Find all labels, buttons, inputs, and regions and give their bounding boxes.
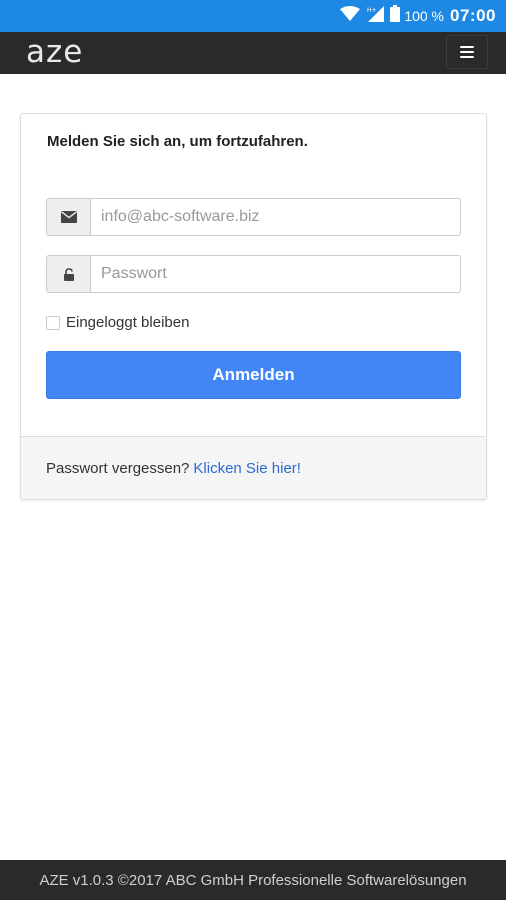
app-brand[interactable]: aze xyxy=(26,34,83,70)
forgot-password-text: Passwort vergessen? xyxy=(46,459,190,477)
status-clock: 07:00 xyxy=(450,6,496,25)
forgot-password-link[interactable]: Klicken Sie hier! xyxy=(193,460,301,477)
remember-me[interactable]: Eingeloggt bleiben xyxy=(46,314,189,331)
email-input[interactable] xyxy=(90,198,461,236)
email-input-group xyxy=(46,198,461,236)
remember-label: Eingeloggt bleiben xyxy=(66,314,190,331)
login-button[interactable]: Anmelden xyxy=(46,351,461,399)
svg-text:H+: H+ xyxy=(367,7,377,14)
status-bar: H+ 100 % 07:00 xyxy=(0,0,506,32)
password-input[interactable] xyxy=(90,255,461,293)
app-footer: AZE v1.0.3 ©2017 ABC GmbH Professionelle… xyxy=(0,860,506,900)
login-panel: Melden Sie sich an, um fortzufahren. Ein… xyxy=(20,113,487,500)
menu-toggle-button[interactable] xyxy=(446,35,488,69)
password-input-group xyxy=(46,255,461,293)
app-navbar: aze xyxy=(0,32,506,74)
envelope-icon xyxy=(46,198,90,236)
battery-icon xyxy=(390,5,401,27)
status-icons: H+ xyxy=(340,5,401,27)
lock-icon xyxy=(46,255,90,293)
panel-footer: Passwort vergessen? Klicken Sie hier! xyxy=(21,436,486,499)
hamburger-icon xyxy=(460,46,474,48)
wifi-icon xyxy=(340,5,361,27)
login-heading: Melden Sie sich an, um fortzufahren. xyxy=(47,133,308,150)
footer-text: AZE v1.0.3 ©2017 ABC GmbH Professionelle… xyxy=(39,871,467,889)
remember-checkbox[interactable] xyxy=(46,315,60,330)
signal-icon: H+ xyxy=(366,5,385,27)
battery-percentage: 100 % xyxy=(404,8,445,24)
